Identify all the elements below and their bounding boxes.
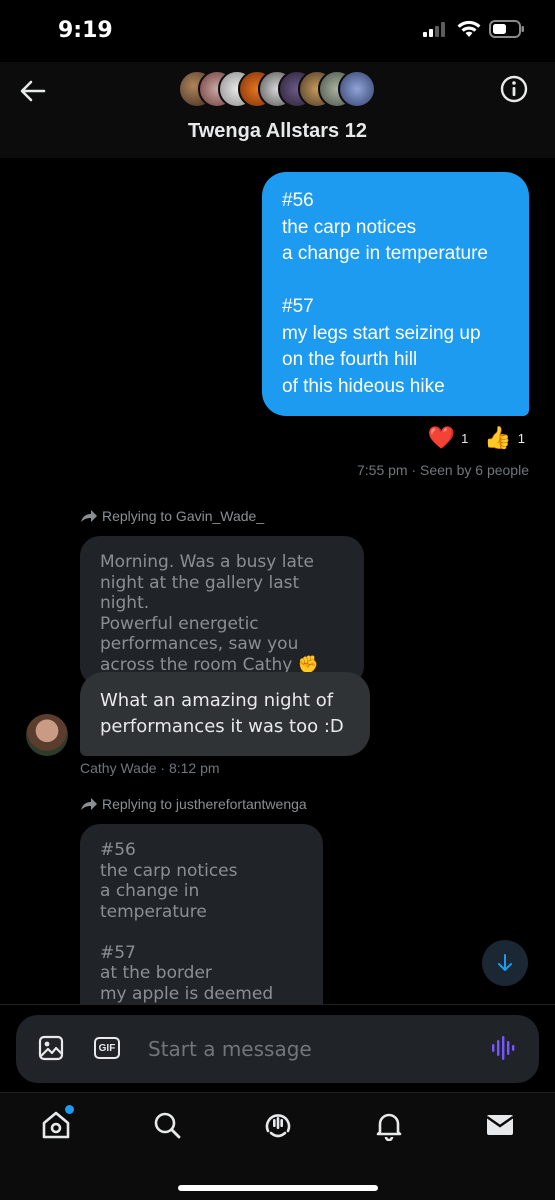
notification-dot bbox=[65, 1105, 74, 1114]
incoming-message-bubble[interactable]: What an amazing night of performances it… bbox=[80, 672, 370, 756]
bottom-tab-bar bbox=[0, 1092, 555, 1200]
search-icon bbox=[154, 1112, 181, 1139]
heart-emoji-icon: ❤️ bbox=[427, 425, 456, 450]
envelope-icon bbox=[486, 1115, 514, 1135]
cellular-signal-icon bbox=[423, 22, 445, 37]
spaces-microphone-icon bbox=[265, 1114, 291, 1138]
reaction-heart[interactable]: ❤️ 1 bbox=[428, 426, 469, 450]
avatar bbox=[338, 70, 376, 108]
conversation[interactable]: #56 the carp notices a change in tempera… bbox=[0, 158, 555, 1004]
back-button[interactable] bbox=[18, 76, 48, 106]
tab-home[interactable] bbox=[40, 1105, 74, 1141]
tab-notifications[interactable] bbox=[373, 1109, 405, 1142]
battery-icon bbox=[489, 20, 524, 38]
tab-spaces[interactable] bbox=[262, 1109, 294, 1141]
gif-button[interactable]: GIF bbox=[94, 1037, 120, 1059]
arrow-left-icon bbox=[20, 80, 46, 102]
message-composer-area: GIF bbox=[0, 1004, 555, 1092]
tab-messages[interactable] bbox=[484, 1109, 516, 1141]
voice-message-button[interactable] bbox=[491, 1035, 517, 1066]
reply-arrow-icon bbox=[81, 510, 97, 522]
image-icon bbox=[38, 1035, 64, 1061]
info-icon bbox=[500, 75, 528, 103]
outgoing-message-bubble[interactable]: #56 the carp notices a change in tempera… bbox=[262, 172, 529, 416]
quoted-message[interactable]: Morning. Was a busy late night at the ga… bbox=[80, 536, 364, 686]
reaction-count: 1 bbox=[517, 430, 525, 446]
reply-to-label: Replying to justherefortantwenga bbox=[102, 796, 307, 812]
bell-icon bbox=[376, 1113, 402, 1142]
reply-arrow-icon bbox=[81, 798, 97, 810]
scroll-to-bottom-button[interactable] bbox=[482, 940, 528, 986]
reaction-thumbs-up[interactable]: 👍 1 bbox=[484, 426, 525, 450]
thumbs-up-emoji-icon: 👍 bbox=[484, 425, 512, 450]
status-time: 9:19 bbox=[58, 18, 113, 43]
reaction-count: 1 bbox=[461, 430, 469, 446]
reply-context: Replying to justherefortantwenga bbox=[80, 796, 307, 812]
group-avatars[interactable] bbox=[178, 70, 378, 110]
status-bar: 9:19 bbox=[0, 0, 555, 62]
reply-context: Replying to Gavin_Wade_ bbox=[80, 508, 264, 524]
wifi-icon bbox=[457, 20, 481, 37]
avatar[interactable] bbox=[26, 714, 68, 756]
reply-to-label: Replying to Gavin_Wade_ bbox=[102, 508, 265, 524]
page-title[interactable]: Twenga Allstars 12 bbox=[0, 120, 555, 143]
add-photo-button[interactable] bbox=[38, 1035, 64, 1066]
message-reactions[interactable]: ❤️ 1 👍 1 bbox=[428, 426, 525, 450]
incoming-message-meta: Cathy Wade · 8:12 pm bbox=[80, 760, 220, 776]
outgoing-message-meta: 7:55 pm · Seen by 6 people bbox=[356, 462, 529, 478]
conversation-header: Twenga Allstars 12 bbox=[0, 62, 555, 158]
message-input[interactable] bbox=[148, 1029, 468, 1069]
info-button[interactable] bbox=[499, 74, 529, 104]
message-composer: GIF bbox=[16, 1015, 539, 1083]
tab-search[interactable] bbox=[151, 1109, 183, 1141]
arrow-down-icon bbox=[498, 954, 512, 971]
status-icons bbox=[423, 20, 525, 38]
voice-waveform-icon bbox=[492, 1036, 515, 1060]
home-indicator[interactable] bbox=[178, 1185, 378, 1191]
quoted-message[interactable]: #56 the carp notices a change in tempera… bbox=[80, 824, 323, 1004]
